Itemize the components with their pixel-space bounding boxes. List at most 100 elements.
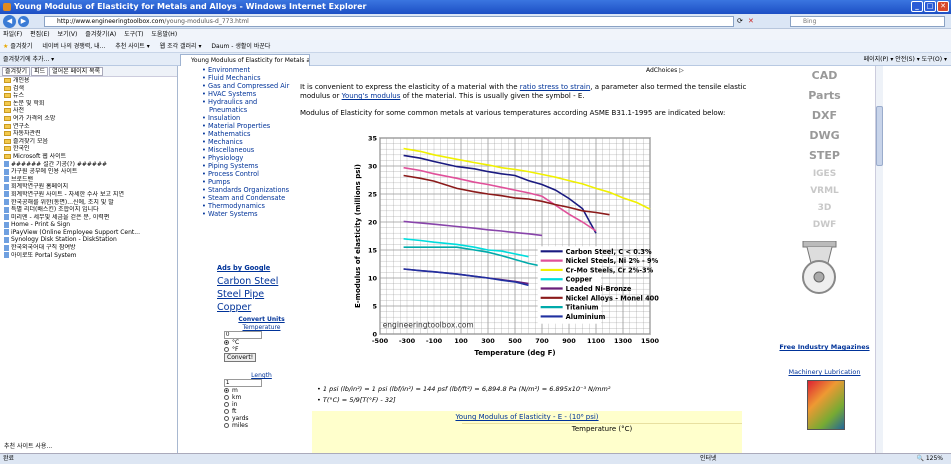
nav-link[interactable]: • HVAC Systems [202,90,297,98]
maximize-button[interactable]: □ [924,1,936,12]
nav-link[interactable]: • Gas and Compressed Air [202,82,297,90]
ads-title[interactable]: Ads by Google [217,264,270,272]
close-button[interactable]: ✕ [937,1,949,12]
menu-view[interactable]: 보기(V) [58,31,78,38]
length-unit-option[interactable]: ft [224,408,299,415]
minimize-button[interactable]: _ [911,1,923,12]
favorite-item[interactable]: 아이로또 Portal System [0,252,177,260]
tab-feeds[interactable]: 피드 [31,67,49,76]
nav-link[interactable]: • Mechanics [202,138,297,146]
table-caption[interactable]: Young Modulus of Elasticity - E - (10⁶ p… [312,411,742,423]
favorite-item[interactable]: 즐겨찾기 모음 [0,138,177,146]
favorite-item[interactable]: iPayView (Online Employee Support Cent..… [0,229,177,237]
nav-link[interactable]: • Standards Organizations [202,186,297,194]
favorite-item[interactable]: 한국인 [0,145,177,153]
favorite-item[interactable]: 브로드밴 [0,176,177,184]
command-bar[interactable]: 페이지(P) ▾ 안전(S) ▾ 도구(O) ▾ [864,53,947,66]
free-magazines-link[interactable]: Free Industry Magazines [777,343,872,351]
temperature-input[interactable] [224,331,262,339]
nav-link[interactable]: • Process Control [202,170,297,178]
menu-help[interactable]: 도움말(H) [151,31,177,38]
nav-link[interactable]: • Hydraulics and Pneumatics [202,98,297,114]
tab-favorites[interactable]: 즐겨찾기 [2,67,31,76]
favorite-item[interactable]: 연구소 [0,123,177,131]
ad-link[interactable]: Steel Pipe [217,289,264,300]
convert-button[interactable]: Convert! [224,353,257,362]
back-icon[interactable]: ◀ [3,15,16,28]
nav-link[interactable]: • Material Properties [202,122,297,130]
length-unit-radio[interactable] [224,388,229,393]
favorite-item[interactable]: ###### 설간 기공(?) ###### [0,161,177,169]
vertical-scrollbar[interactable] [875,66,883,453]
nav-link[interactable]: • Environment [202,66,297,74]
length-unit-option[interactable]: in [224,401,299,408]
menu-favorites[interactable]: 즐겨찾기(A) [85,31,116,38]
celsius-radio[interactable] [224,340,229,345]
length-unit-radio[interactable] [224,416,229,421]
length-unit-radio[interactable] [224,423,229,428]
fav-bar-item[interactable]: 웹 조각 갤러리 ▾ [160,43,202,50]
favorite-item[interactable]: Home - Print & Sign [0,221,177,229]
menu-tools[interactable]: 도구(T) [124,31,143,38]
favorite-item[interactable]: Microsoft 웹 사이트 [0,153,177,161]
magazine-cover-image[interactable] [807,380,845,430]
favorite-item[interactable]: 여가 가격의 소망 [0,115,177,123]
fahrenheit-radio[interactable] [224,347,229,352]
favorite-item[interactable]: 회계학연구원 사이트 - 자세한 수사 보고 지연 [0,191,177,199]
length-unit-option[interactable]: m [224,387,299,394]
nav-link[interactable]: • Piping Systems [202,162,297,170]
length-unit-radio[interactable] [224,402,229,407]
favorites-footer[interactable]: 추천 사이트 사용... [4,441,52,450]
scrollbar-thumb[interactable] [876,106,883,166]
caster-wheel-image[interactable] [797,241,842,296]
length-unit-option[interactable]: miles [224,422,299,429]
favorite-item[interactable]: 한국공해를 위한(동면)...신에, 조치 및 말 [0,199,177,207]
stop-icon[interactable]: ✕ [748,17,754,25]
length-unit-option[interactable]: km [224,394,299,401]
favorite-item[interactable]: 한국외국어대 구직 참여방 [0,244,177,252]
nav-link[interactable]: • Pumps [202,178,297,186]
ad-link[interactable]: Copper [217,302,251,313]
ad-link[interactable]: Carbon Steel [217,276,278,287]
machinery-lubrication-link[interactable]: Machinery Lubrication [777,368,872,376]
favorite-item[interactable]: 회계학연구원 홈페이지 [0,183,177,191]
zoom-level[interactable]: 🔍 125% [916,454,943,464]
tab-history[interactable]: 열어본 페이지 목록 [49,67,104,76]
cad-banner[interactable]: CAD Parts DXF DWG STEP IGES VRML 3D DWF [777,66,872,234]
length-input[interactable] [224,379,262,387]
menu-edit[interactable]: 편집(E) [30,31,50,38]
nav-link[interactable]: • Miscellaneous [202,146,297,154]
favorite-item[interactable]: 자동차관련 [0,130,177,138]
favorite-item[interactable]: 사전 [0,107,177,115]
search-input[interactable]: Bing [790,16,945,27]
adchoices-link[interactable]: AdChoices ▷ [646,67,684,74]
length-unit-option[interactable]: yards [224,415,299,422]
nav-link[interactable]: • Steam and Condensate [202,194,297,202]
nav-link[interactable]: • Insulation [202,114,297,122]
nav-link[interactable]: • Mathematics [202,130,297,138]
favorite-item[interactable]: 가구원 공부에 인용 사이트 [0,168,177,176]
length-unit-radio[interactable] [224,409,229,414]
stress-strain-link[interactable]: ratio stress to strain [520,83,591,91]
refresh-icon[interactable]: ⟳ [737,17,743,25]
length-unit-radio[interactable] [224,395,229,400]
menu-file[interactable]: 파일(F) [3,31,22,38]
fav-bar-item[interactable]: 네이버 나의 경쟁력, 내... [42,43,105,50]
youngs-modulus-link[interactable]: Young's modulus [342,92,401,100]
nav-link[interactable]: • Physiology [202,154,297,162]
favorite-item[interactable]: 뉴스 [0,92,177,100]
favorite-item[interactable]: 특별 리더(배스킨) 조합이지 입니다 [0,206,177,214]
fav-bar-item[interactable]: 즐겨찾기 [10,43,32,50]
fav-bar-item[interactable]: Daum - 생활이 바꾼다 [211,43,270,50]
nav-link[interactable]: • Water Systems [202,210,297,218]
favorite-item[interactable]: 개인용 [0,77,177,85]
nav-link[interactable]: • Fluid Mechanics [202,74,297,82]
favorite-item[interactable]: Synology Disk Station - DiskStation [0,236,177,244]
forward-icon[interactable]: ▶ [18,16,29,27]
favorite-item[interactable]: 논문 및 학회 [0,100,177,108]
url-input[interactable]: http://www.engineeringtoolbox.com/young-… [44,16,734,27]
favorite-item[interactable]: 미리엔 - 세무및 세금을 걷은 분, 이력편 [0,214,177,222]
favorite-item[interactable]: 검색 [0,85,177,93]
add-favorites-button[interactable]: 즐겨찾기에 추가... ▾ [3,53,178,66]
tab-active[interactable]: Young Modulus of Elasticity for Metals a… [180,54,310,66]
